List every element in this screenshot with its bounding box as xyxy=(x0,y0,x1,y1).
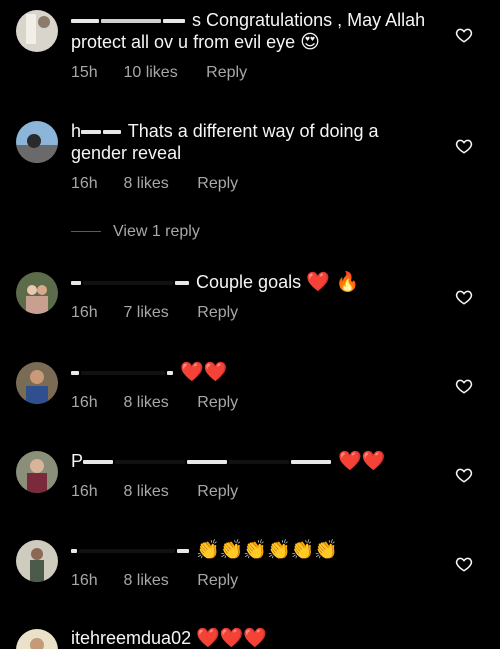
heart-outline-icon[interactable] xyxy=(455,466,473,484)
smiling-heart-eyes-emoji: 😍 xyxy=(300,31,320,53)
comment-text: Thats a different way of doing a gender … xyxy=(71,121,379,163)
comment-time: 16h xyxy=(71,394,98,411)
avatar[interactable] xyxy=(16,629,58,649)
avatar[interactable] xyxy=(16,272,58,314)
comment-likes[interactable]: 8 likes xyxy=(123,571,168,591)
comment-meta: 16h 8 likes Reply xyxy=(71,482,431,502)
red-hearts-emoji: ❤️❤️ xyxy=(338,450,386,472)
comment-username[interactable]: P xyxy=(71,451,83,471)
comment-meta: 16h 8 likes Reply xyxy=(71,393,431,413)
comment-time: 16h xyxy=(71,483,98,500)
comment-username[interactable]: itehreemdua02 xyxy=(71,628,191,648)
comment-meta: 16h 8 likes Reply xyxy=(71,174,431,194)
comment-likes[interactable]: 10 likes xyxy=(123,63,177,83)
comment-text: s Congratulations , May Allah protect al… xyxy=(71,10,426,52)
red-hearts-emoji: ❤️❤️ xyxy=(180,361,228,383)
reply-button[interactable]: Reply xyxy=(197,482,238,502)
avatar[interactable] xyxy=(16,121,58,163)
comment-likes[interactable]: 7 likes xyxy=(123,303,168,323)
heart-outline-icon[interactable] xyxy=(455,555,473,573)
reply-button[interactable]: Reply xyxy=(197,174,238,194)
red-hearts-emoji: ❤️❤️❤️ xyxy=(196,627,268,649)
view-replies-label: View 1 reply xyxy=(113,223,200,240)
divider-line xyxy=(71,231,101,233)
heart-outline-icon[interactable] xyxy=(455,377,473,395)
avatar[interactable] xyxy=(16,540,58,582)
reply-button[interactable]: Reply xyxy=(206,63,247,83)
reply-button[interactable]: Reply xyxy=(197,571,238,591)
comment-username[interactable]: h xyxy=(71,121,81,141)
comment-time: 16h xyxy=(71,175,98,192)
heart-outline-icon[interactable] xyxy=(455,26,473,44)
comment-likes[interactable]: 8 likes xyxy=(123,482,168,502)
view-replies-button[interactable]: View 1 reply xyxy=(71,223,200,241)
comment-likes[interactable]: 8 likes xyxy=(123,393,168,413)
avatar[interactable] xyxy=(16,10,58,52)
avatar[interactable] xyxy=(16,451,58,493)
avatar[interactable] xyxy=(16,362,58,404)
heart-fire-emoji: ❤️ 🔥 xyxy=(306,271,360,293)
comment-time: 16h xyxy=(71,572,98,589)
comment-meta: 16h 8 likes Reply xyxy=(71,571,431,591)
reply-button[interactable]: Reply xyxy=(197,393,238,413)
heart-outline-icon[interactable] xyxy=(455,288,473,306)
comment-meta: 16h 7 likes Reply xyxy=(71,303,431,323)
heart-outline-icon[interactable] xyxy=(455,137,473,155)
comment-text: Couple goals xyxy=(196,272,302,292)
comment-likes[interactable]: 8 likes xyxy=(123,174,168,194)
comment-time: 15h xyxy=(71,64,98,81)
clapping-hands-emoji: 👏👏👏👏👏👏 xyxy=(196,539,338,561)
comment-meta: 15h 10 likes Reply xyxy=(71,63,431,83)
reply-button[interactable]: Reply xyxy=(197,303,238,323)
comment-time: 16h xyxy=(71,304,98,321)
